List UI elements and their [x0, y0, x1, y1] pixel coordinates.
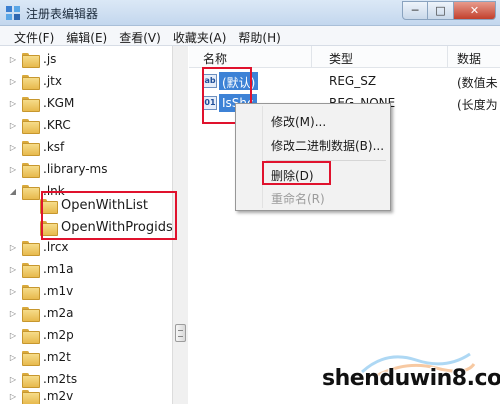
- title-bar: 注册表编辑器 ─ □ ✕: [0, 0, 500, 26]
- tree-item-label: .m1v: [43, 284, 74, 298]
- expand-arrow-icon[interactable]: ▷: [8, 121, 18, 130]
- folder-icon: [22, 96, 40, 112]
- menu-edit[interactable]: 编辑(E): [60, 26, 113, 45]
- expand-arrow-icon[interactable]: ▷: [8, 99, 18, 108]
- tree-item-label: .js: [43, 52, 57, 66]
- value-type: REG_SZ: [329, 74, 377, 88]
- context-menu: 修改(M)... 修改二进制数据(B)... 删除(D) 重命名(R): [235, 103, 391, 211]
- tree-item-label: .library-ms: [43, 162, 108, 176]
- tree-item-label: .ksf: [43, 140, 65, 154]
- tree-item-label: .lrcx: [43, 240, 69, 254]
- menu-help[interactable]: 帮助(H): [232, 26, 286, 45]
- window-title: 注册表编辑器: [26, 7, 99, 21]
- menu-file[interactable]: 文件(F): [8, 26, 60, 45]
- value-data: (长度为: [457, 98, 498, 112]
- tree-item[interactable]: ▷ .ksf: [8, 136, 64, 158]
- folder-icon: [22, 118, 40, 134]
- tree-item-label: .m2a: [43, 306, 74, 320]
- tree-item[interactable]: ▷ .js: [8, 48, 56, 70]
- tree-item-label: .m2v: [43, 389, 74, 403]
- highlight-box-delete: [262, 161, 331, 185]
- menu-gutter: [262, 106, 263, 208]
- folder-icon: [22, 284, 40, 300]
- folder-icon: [22, 350, 40, 366]
- scrollbar-thumb[interactable]: [175, 324, 186, 342]
- tree-item[interactable]: ▷ .m2a: [8, 302, 74, 324]
- column-header-data[interactable]: 数据: [457, 50, 481, 67]
- folder-icon: [22, 328, 40, 344]
- folder-icon: [22, 74, 40, 90]
- minimize-button[interactable]: ─: [402, 1, 428, 20]
- close-button[interactable]: ✕: [454, 1, 496, 20]
- column-header-name[interactable]: 名称: [203, 50, 227, 67]
- expand-arrow-icon[interactable]: ▷: [8, 77, 18, 86]
- tree-item-label: .m2t: [43, 350, 71, 364]
- menu-favorites[interactable]: 收藏夹(A): [167, 26, 233, 45]
- column-divider[interactable]: [311, 46, 312, 68]
- expand-arrow-icon[interactable]: ▷: [8, 309, 18, 318]
- expand-arrow-icon[interactable]: ▷: [8, 165, 18, 174]
- column-header-type[interactable]: 类型: [329, 50, 353, 67]
- folder-icon: [22, 240, 40, 256]
- column-divider[interactable]: [447, 46, 448, 68]
- menu-item-rename[interactable]: 重命名(R): [271, 190, 325, 207]
- expand-arrow-icon[interactable]: ▷: [8, 331, 18, 340]
- expand-arrow-icon[interactable]: ▷: [8, 392, 18, 401]
- tree-item[interactable]: ▷ .m2p: [8, 324, 74, 346]
- menu-view[interactable]: 查看(V): [113, 26, 167, 45]
- folder-icon: [22, 52, 40, 68]
- tree-item-label: .m1a: [43, 262, 74, 276]
- tree-item[interactable]: ▷ .jtx: [8, 70, 62, 92]
- folder-icon: [22, 389, 40, 404]
- tree-item-label: .KGM: [43, 96, 75, 110]
- tree-item-label: .m2ts: [43, 372, 78, 386]
- maximize-button[interactable]: □: [428, 1, 454, 20]
- folder-icon: [22, 162, 40, 178]
- highlight-box-subkeys: [41, 191, 177, 240]
- tree-item[interactable]: ▷ .m1a: [8, 258, 74, 280]
- expand-arrow-icon[interactable]: ▷: [8, 143, 18, 152]
- tree-item-label: .KRC: [43, 118, 71, 132]
- expand-arrow-icon[interactable]: ▷: [8, 243, 18, 252]
- expand-arrow-icon[interactable]: ▷: [8, 287, 18, 296]
- menu-item-modify-binary[interactable]: 修改二进制数据(B)...: [271, 137, 384, 154]
- tree-item-label: .jtx: [43, 74, 62, 88]
- collapse-arrow-icon[interactable]: ◢: [8, 187, 18, 196]
- folder-icon: [22, 262, 40, 278]
- folder-icon: [22, 140, 40, 156]
- menu-item-modify[interactable]: 修改(M)...: [271, 113, 326, 130]
- menu-bar: 文件(F) 编辑(E) 查看(V) 收藏夹(A) 帮助(H): [0, 26, 500, 46]
- registry-editor-icon: [6, 6, 20, 20]
- tree-item-label: .m2p: [43, 328, 74, 342]
- value-data: (数值未: [457, 76, 498, 90]
- tree-item[interactable]: ▷ .m1v: [8, 280, 73, 302]
- tree-item[interactable]: ▷ .m2v: [8, 385, 73, 404]
- expand-arrow-icon[interactable]: ▷: [8, 353, 18, 362]
- tree-item[interactable]: ▷ .m2t: [8, 346, 71, 368]
- expand-arrow-icon[interactable]: ▷: [8, 265, 18, 274]
- column-header-row: 名称 类型 数据: [189, 46, 500, 68]
- folder-icon: [22, 306, 40, 322]
- tree-item[interactable]: ▷ .library-ms: [8, 158, 107, 180]
- expand-arrow-icon[interactable]: ▷: [8, 55, 18, 64]
- watermark-text: shenduwin8.com: [322, 366, 500, 391]
- window-controls: ─ □ ✕: [402, 1, 496, 20]
- expand-arrow-icon[interactable]: ▷: [8, 375, 18, 384]
- tree-item[interactable]: ▷ .KRC: [8, 114, 71, 136]
- tree-item[interactable]: ▷ .KGM: [8, 92, 74, 114]
- folder-icon: [22, 372, 40, 388]
